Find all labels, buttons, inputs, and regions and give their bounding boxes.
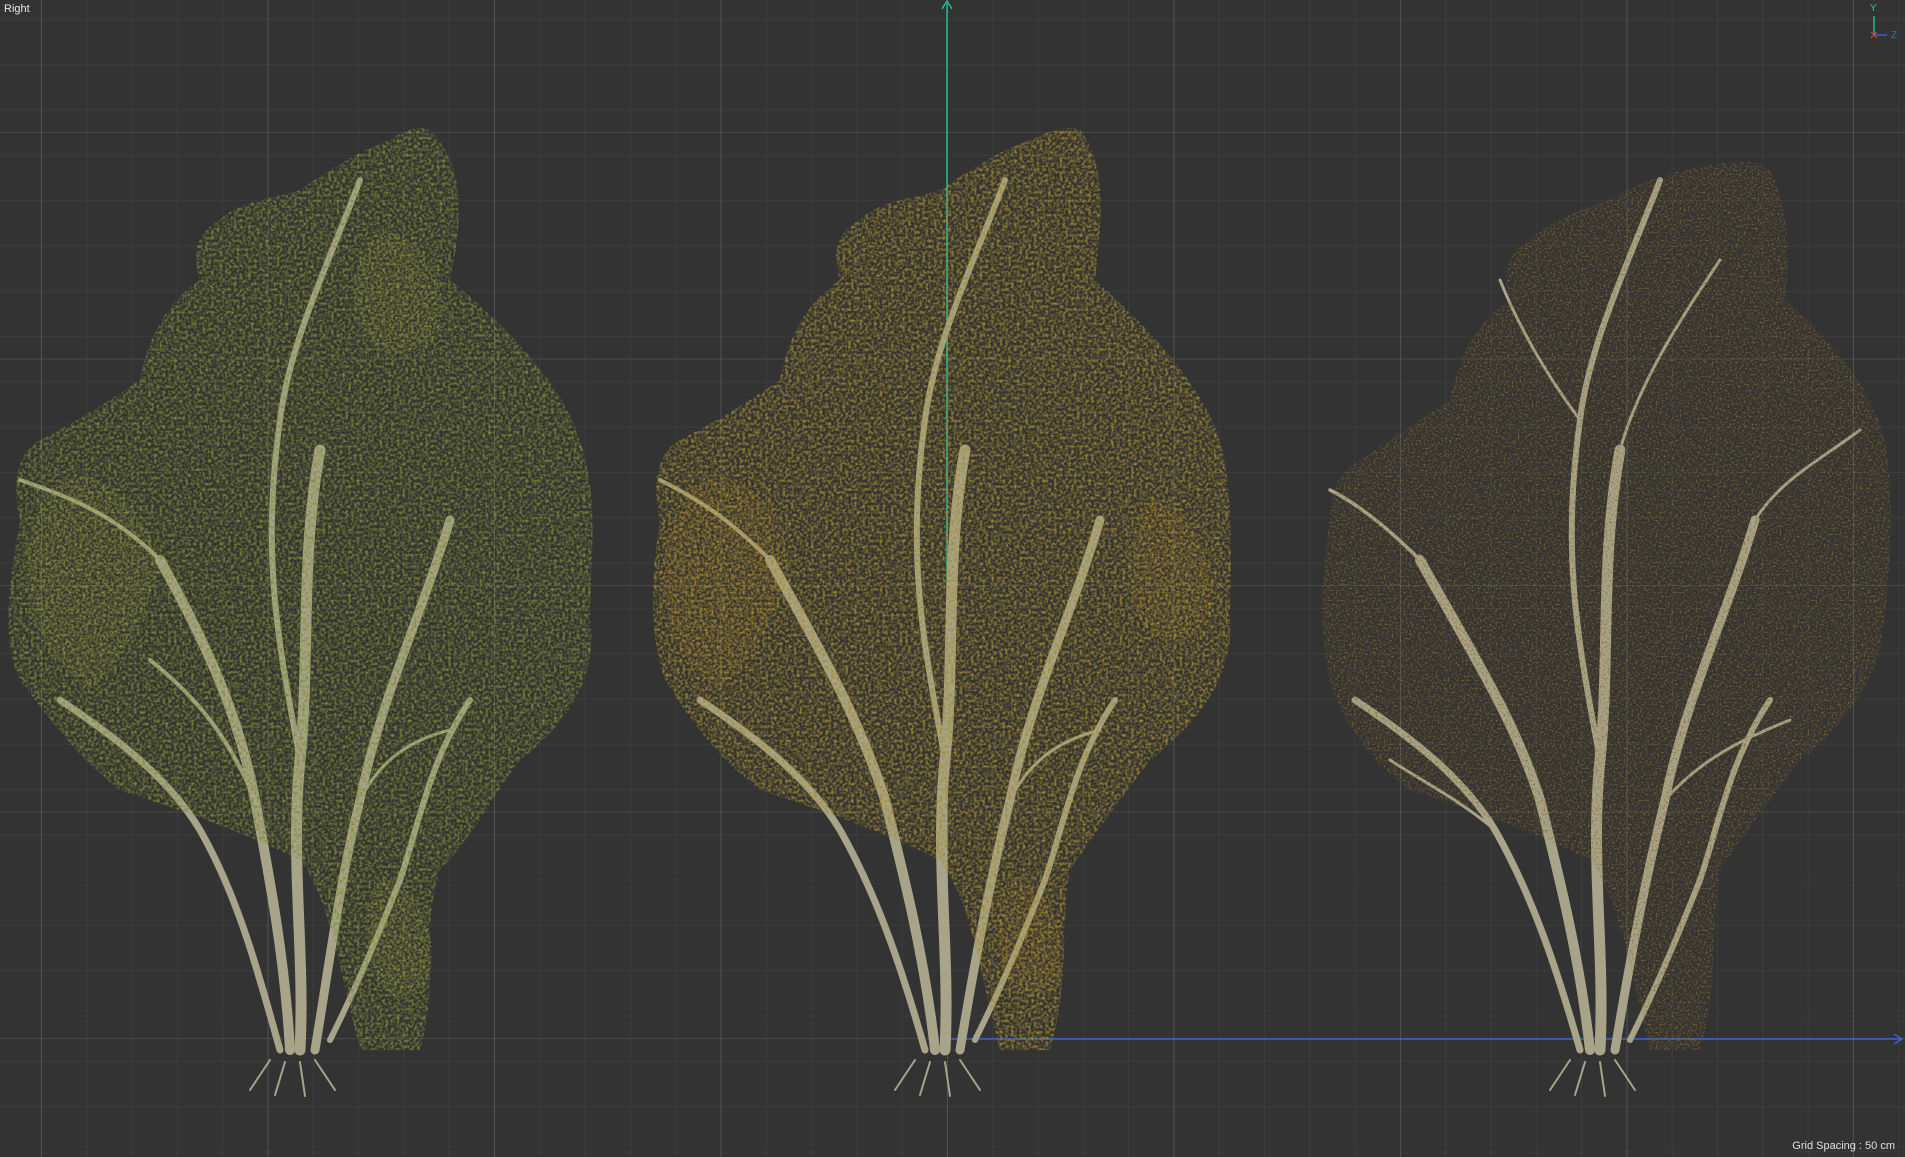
scene-canvas (8, 0, 1904, 1097)
viewport-view-name[interactable]: Right (4, 3, 30, 15)
grid-spacing-readout: Grid Spacing : 50 cm (1792, 1140, 1895, 1152)
gizmo-y-label: Y (1870, 3, 1877, 14)
tree-sparse-autumn[interactable] (1322, 161, 1891, 1097)
tree-sparse-canopy (1322, 161, 1891, 1051)
viewport-right[interactable]: Right Y Z Grid Spacing : 50 cm (0, 0, 1905, 1157)
tree-yellow-foliage[interactable] (653, 128, 1231, 1097)
axis-gizmo: Y Z (1865, 0, 1905, 44)
gizmo-z-label: Z (1891, 30, 1898, 41)
tree-green-foliage[interactable] (8, 128, 593, 1097)
